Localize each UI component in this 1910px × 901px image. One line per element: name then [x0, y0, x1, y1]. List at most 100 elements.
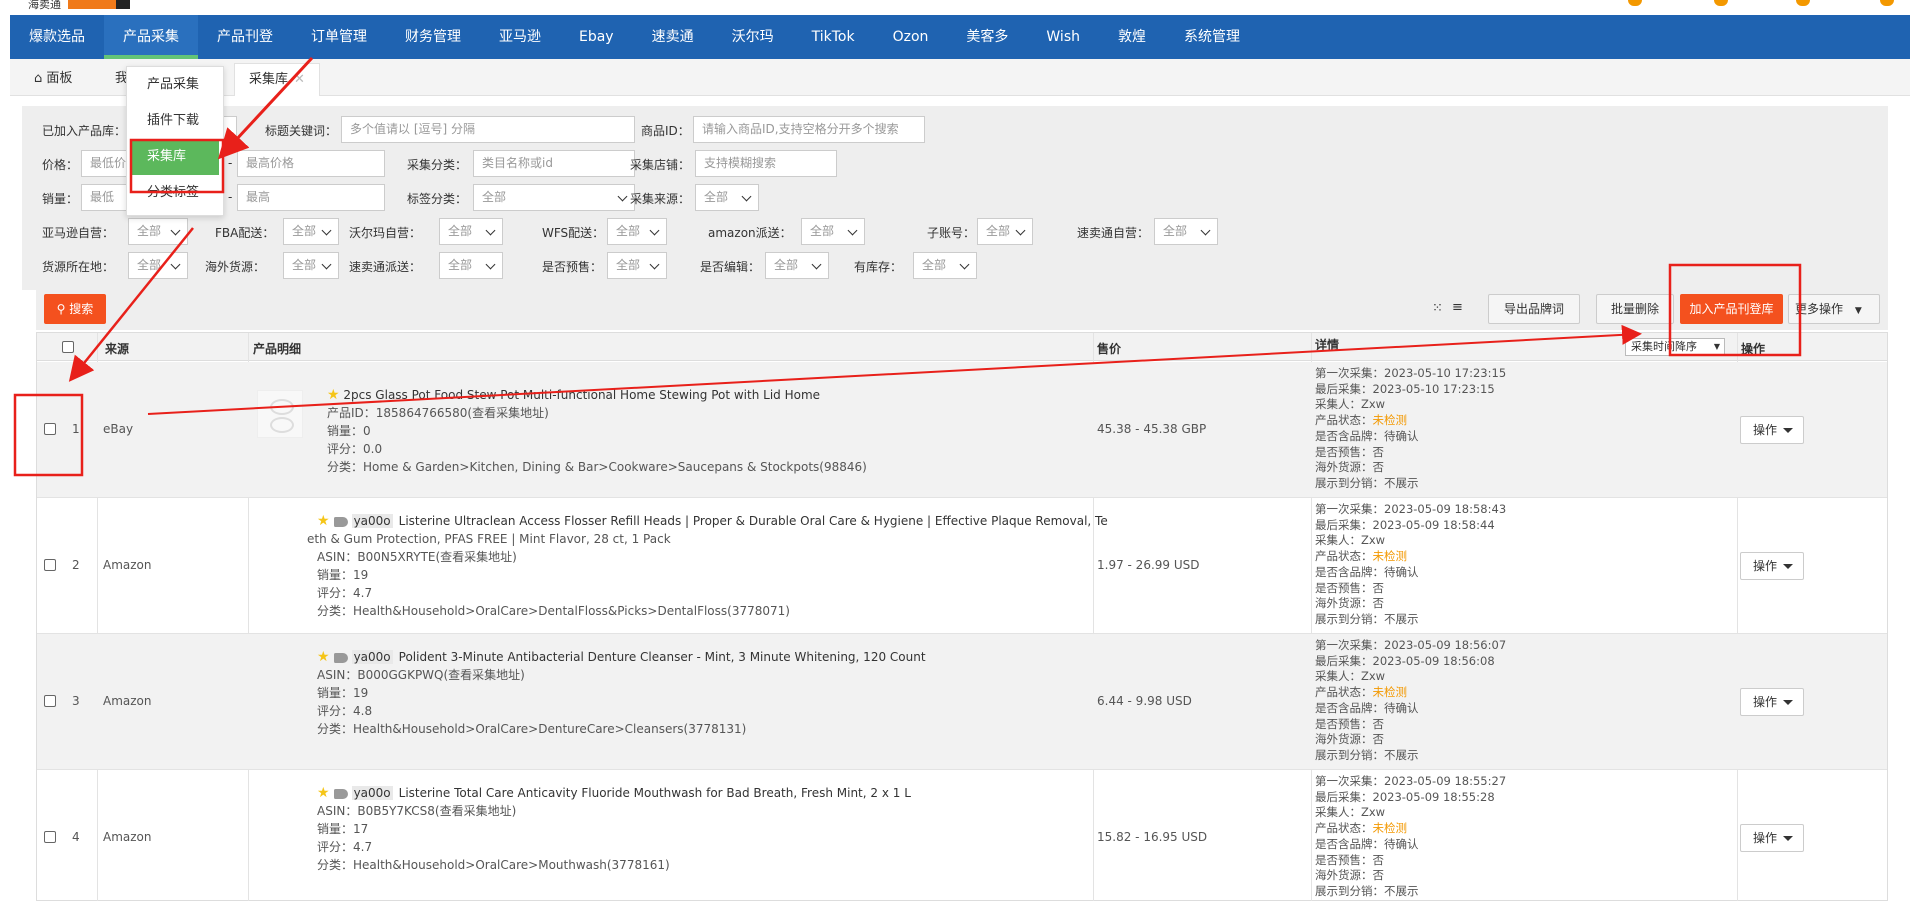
tag-icon[interactable] [333, 652, 348, 663]
product-thumbnail[interactable] [257, 390, 303, 438]
filter-select[interactable]: 全部 [128, 218, 188, 245]
filter-select[interactable]: 全部 [283, 252, 339, 279]
product-id[interactable]: ASIN：B00N5XRYTE(查看采集地址) [317, 548, 1108, 566]
filter-select[interactable]: 全部 [439, 218, 503, 245]
menu-item-plugin-download[interactable]: 插件下载 [127, 103, 223, 139]
product-title[interactable]: Listerine Ultraclean Access Flosser Refi… [399, 514, 1108, 528]
product-title[interactable]: Listerine Total Care Anticavity Fluoride… [399, 786, 911, 800]
nav-aliexpress[interactable]: 速卖通 [633, 15, 713, 59]
header-icon[interactable] [1628, 0, 1642, 6]
range-dash: - [228, 156, 233, 170]
nav-ebay[interactable]: Ebay [560, 15, 633, 59]
table-row[interactable]: 2 Amazon ★ ya00o Listerine Ultraclean Access… [37, 498, 1887, 634]
collect-shop-input[interactable]: 支持模糊搜索 [695, 150, 837, 177]
header-icon[interactable] [1880, 0, 1894, 6]
header-icon[interactable] [1796, 0, 1810, 6]
add-to-listing-library-button[interactable]: 加入产品刊登库 [1680, 294, 1783, 324]
table-row[interactable]: 3 Amazon ★ ya00o Polident 3-Minute Antibacte… [37, 634, 1887, 770]
tab-collection-library[interactable]: 采集库 ✕ [234, 63, 320, 96]
product-title-line: ★ ya00o Listerine Ultraclean Access Flosse… [317, 512, 1108, 530]
title-keyword-input[interactable]: 多个值请以 [逗号] 分隔 [341, 116, 635, 143]
search-button[interactable]: ⚲ 搜索 [44, 294, 106, 324]
nav-amazon[interactable]: 亚马逊 [480, 15, 560, 59]
sort-select[interactable]: 采集时间降序 ▼ [1625, 338, 1725, 356]
product-id[interactable]: ASIN：B0B5Y7KCS8(查看采集地址) [317, 802, 911, 820]
nav-product-listing[interactable]: 产品刊登 [198, 15, 292, 59]
export-brand-words-button[interactable]: 导出品牌词 [1488, 294, 1580, 324]
nav-tiktok[interactable]: TikTok [793, 15, 874, 59]
row-actions-button[interactable]: 操作 [1740, 688, 1804, 716]
price-max-input[interactable]: 最高价格 [237, 150, 385, 177]
row-info: 第一次采集：2023-05-09 18:58:43 最后采集：2023-05-09… [1315, 502, 1506, 628]
nav-ozon[interactable]: Ozon [874, 15, 948, 59]
main-nav: 爆款选品 产品采集 产品刊登 订单管理 财务管理 亚马逊 Ebay 速卖通 沃尔玛 TikTok O… [10, 15, 1910, 59]
menu-item-product-collection[interactable]: 产品采集 [127, 67, 223, 103]
row-checkbox[interactable] [44, 423, 56, 435]
product-id-input[interactable]: 请输入商品ID,支持空格分开多个搜索 [693, 116, 925, 143]
star-icon[interactable]: ★ [317, 785, 330, 801]
info-line: 是否含品牌：待确认 [1315, 700, 1419, 715]
nav-system[interactable]: 系统管理 [1165, 15, 1259, 59]
menu-item-category-tags[interactable]: 分类标签 [127, 175, 223, 211]
nav-walmart[interactable]: 沃尔玛 [713, 15, 793, 59]
nav-mercadolibre[interactable]: 美客多 [947, 15, 1027, 59]
tag-icon[interactable] [333, 516, 348, 527]
row-checkbox[interactable] [44, 695, 56, 707]
star-icon[interactable]: ★ [327, 387, 340, 403]
row-actions-button[interactable]: 操作 [1740, 552, 1804, 580]
star-icon[interactable]: ★ [317, 513, 330, 529]
product-title[interactable]: Polident 3-Minute Antibacterial Denture … [399, 650, 926, 664]
select-all-checkbox[interactable] [62, 341, 74, 353]
filter-select[interactable]: 全部 [439, 252, 503, 279]
row-checkbox[interactable] [44, 559, 56, 571]
row-actions-button[interactable]: 操作 [1740, 824, 1804, 852]
filter-select[interactable]: 全部 [765, 252, 829, 279]
table-row[interactable]: 4 Amazon ★ ya00o Listerine Total Care Antica… [37, 770, 1887, 901]
status-label: 产品状态： [1315, 821, 1373, 836]
filter-label: 子账号： [927, 226, 976, 240]
home-icon: ⌂ [34, 71, 43, 86]
filter-select[interactable]: 全部 [283, 218, 339, 245]
filter-select[interactable]: 全部 [801, 218, 865, 245]
filter-select[interactable]: 全部 [913, 252, 977, 279]
batch-delete-button[interactable]: 批量删除 [1596, 294, 1674, 324]
more-actions-button[interactable]: 更多操作 ▼ [1788, 294, 1880, 324]
menu-item-collection-library[interactable]: 采集库 [131, 139, 219, 175]
info-line: 是否预售：否 [1315, 444, 1384, 459]
product-title-cont[interactable]: eth & Gum Protection, PFAS FREE | Mint F… [307, 530, 1108, 548]
filter-select[interactable]: 全部 [1154, 218, 1218, 245]
close-icon[interactable]: ✕ [294, 72, 305, 87]
grid-view-icon[interactable]: ⁙ [1432, 301, 1443, 316]
collect-category-input[interactable]: 类目名称或id [473, 150, 635, 177]
star-icon[interactable]: ★ [317, 649, 330, 665]
product-id[interactable]: 产品ID：185864766580(查看采集地址) [327, 404, 867, 422]
sales-max-input[interactable]: 最高 [237, 184, 385, 211]
filter-select[interactable]: 全部 [977, 218, 1033, 245]
nav-finance[interactable]: 财务管理 [386, 15, 480, 59]
row-checkbox[interactable] [44, 831, 56, 843]
row-actions-button[interactable]: 操作 [1740, 416, 1804, 444]
product-title[interactable]: 2pcs Glass Pot Food Stew Pot Multi-funct… [343, 388, 820, 402]
tab-dashboard[interactable]: ⌂ 面板 [20, 63, 86, 96]
filter-select[interactable]: 全部 [128, 252, 188, 279]
list-view-icon[interactable]: ≡ [1452, 300, 1463, 315]
product-id[interactable]: ASIN：B000GGKPWQ(查看采集地址) [317, 666, 926, 684]
nav-wish[interactable]: Wish [1027, 15, 1099, 59]
header-icon[interactable] [1714, 0, 1728, 6]
nav-dhgate[interactable]: 敦煌 [1099, 15, 1165, 59]
nav-order-management[interactable]: 订单管理 [292, 15, 386, 59]
table-row[interactable]: 1 eBay ★ 2pcs Glass Pot Food Stew Pot Mult… [37, 362, 1887, 498]
tag-category-select[interactable]: 全部 [473, 184, 635, 211]
nav-product-collection[interactable]: 产品采集 [104, 15, 198, 59]
nav-hot-products[interactable]: 爆款选品 [10, 15, 104, 59]
collect-source-select[interactable]: 全部 [695, 184, 759, 211]
tag-name: ya00o [351, 650, 393, 664]
chevron-down-icon: ▼ [1854, 306, 1862, 316]
tag-icon[interactable] [333, 788, 348, 799]
header-source: 来源 [105, 342, 130, 356]
product-category: 分类：Health&Household>OralCare>DentureCare… [317, 722, 747, 736]
filter-select[interactable]: 全部 [607, 218, 667, 245]
info-line: 是否含品牌：待确认 [1315, 836, 1419, 851]
product-sales: 销量：19 [317, 686, 369, 700]
filter-select[interactable]: 全部 [607, 252, 667, 279]
